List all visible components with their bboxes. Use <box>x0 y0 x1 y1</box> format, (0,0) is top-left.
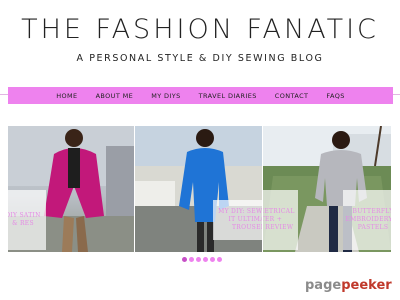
slide-caption-4[interactable]: BUTTERFLY EMBROIDERY & PASTELS <box>343 190 391 250</box>
nav-item-home[interactable]: HOME <box>56 92 77 100</box>
nav-item-about-me[interactable]: ABOUT ME <box>96 92 134 100</box>
featured-slider[interactable]: DIY SATIN & RES MY DIY: SEW OVER IT ULTI… <box>8 126 391 252</box>
main-nav: HOME ABOUT ME MY DIYS TRAVEL DIARIES CON… <box>8 87 393 104</box>
site-tagline: A PERSONAL STYLE & DIY SEWING BLOG <box>76 53 324 64</box>
slide-photo-1[interactable]: DIY SATIN & RES <box>8 126 134 252</box>
watermark-part1: page <box>305 278 342 293</box>
site-title[interactable]: THE FASHION FANATIC <box>0 14 400 45</box>
watermark-part2: peeker <box>341 278 392 293</box>
nav-item-faqs[interactable]: FAQS <box>326 92 344 100</box>
slider-dot-5[interactable] <box>210 257 215 262</box>
slider-dot-6[interactable] <box>217 257 222 262</box>
nav-item-contact[interactable]: CONTACT <box>275 92 309 100</box>
nav-divider-left <box>0 94 8 95</box>
slide-caption-2[interactable]: MY DIY: SEW OVER IT ULTIMATE TROUSERS <box>213 200 262 240</box>
nav-item-my-diys[interactable]: MY DIYS <box>151 92 180 100</box>
slider-pagination <box>0 257 400 262</box>
nav-item-travel-diaries[interactable]: TRAVEL DIARIES <box>199 92 257 100</box>
slide-caption-1[interactable]: DIY SATIN & RES <box>8 190 46 250</box>
slide-photo-2[interactable]: MY DIY: SEW OVER IT ULTIMATE TROUSERS <box>135 126 262 252</box>
nav-divider-right <box>393 94 400 95</box>
pagepeeker-watermark: pagepeeker <box>305 278 392 293</box>
slider-dot-2[interactable] <box>189 257 194 262</box>
slide-caption-3[interactable]: MY DIY: ASYMMETRICAL HEM SWEATER + MCCAL… <box>263 190 298 250</box>
slider-dot-1[interactable] <box>182 257 187 262</box>
slide-photo-3[interactable]: MY DIY: ASYMMETRICAL HEM SWEATER + MCCAL… <box>263 126 391 252</box>
slider-dot-4[interactable] <box>203 257 208 262</box>
slider-dot-3[interactable] <box>196 257 201 262</box>
